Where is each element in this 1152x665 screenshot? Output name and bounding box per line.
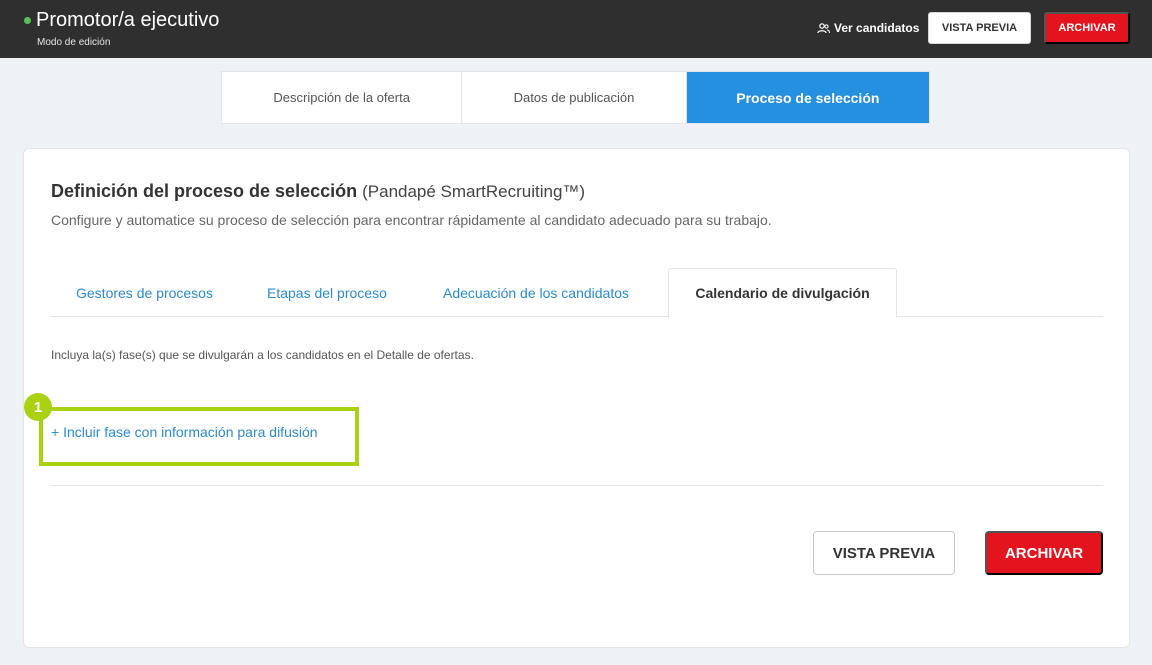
view-candidates-label: Ver candidatos: [834, 21, 920, 35]
edit-mode-label: Modo de edición: [37, 37, 111, 48]
sub-tabs: Gestores de procesos Etapas del proceso …: [51, 268, 1103, 318]
top-bar: Promotor/a ejecutivo Modo de edición Ver…: [0, 0, 1152, 58]
subtab-process-stages[interactable]: Etapas del proceso: [267, 268, 387, 317]
selection-process-card: Definición del proceso de selección (Pan…: [23, 148, 1130, 648]
calendar-info-text: Incluya la(s) fase(s) que se divulgarán …: [51, 348, 474, 362]
main-tabs: Descripción de la oferta Datos de public…: [221, 71, 930, 124]
add-phase-link[interactable]: + Incluir fase con información para difu…: [51, 424, 318, 440]
preview-button[interactable]: VISTA PREVIA: [813, 531, 955, 575]
users-icon: [817, 22, 830, 33]
subtab-disclosure-calendar[interactable]: Calendario de divulgación: [668, 268, 897, 318]
top-preview-button[interactable]: VISTA PREVIA: [928, 12, 1031, 44]
tab-job-description[interactable]: Descripción de la oferta: [222, 72, 463, 123]
tab-publication-data[interactable]: Datos de publicación: [462, 72, 687, 123]
section-description: Configure y automatice su proceso de sel…: [51, 212, 772, 228]
archive-button[interactable]: ARCHIVAR: [985, 531, 1103, 575]
step-badge: 1: [24, 393, 52, 421]
section-title-text: Definición del proceso de selección: [51, 181, 358, 201]
status-dot-icon: [24, 17, 31, 24]
section-title: Definición del proceso de selección (Pan…: [51, 181, 585, 202]
subtab-process-managers[interactable]: Gestores de procesos: [76, 268, 213, 317]
section-subtitle: (Pandapé SmartRecruiting™): [362, 182, 586, 201]
tab-selection-process[interactable]: Proceso de selección: [686, 72, 929, 123]
page-title: Promotor/a ejecutivo: [36, 9, 220, 31]
top-archive-button[interactable]: ARCHIVAR: [1044, 12, 1130, 44]
divider: [51, 485, 1103, 486]
view-candidates-link[interactable]: Ver candidatos: [817, 20, 919, 36]
subtab-candidate-fit[interactable]: Adecuación de los candidatos: [443, 268, 629, 317]
